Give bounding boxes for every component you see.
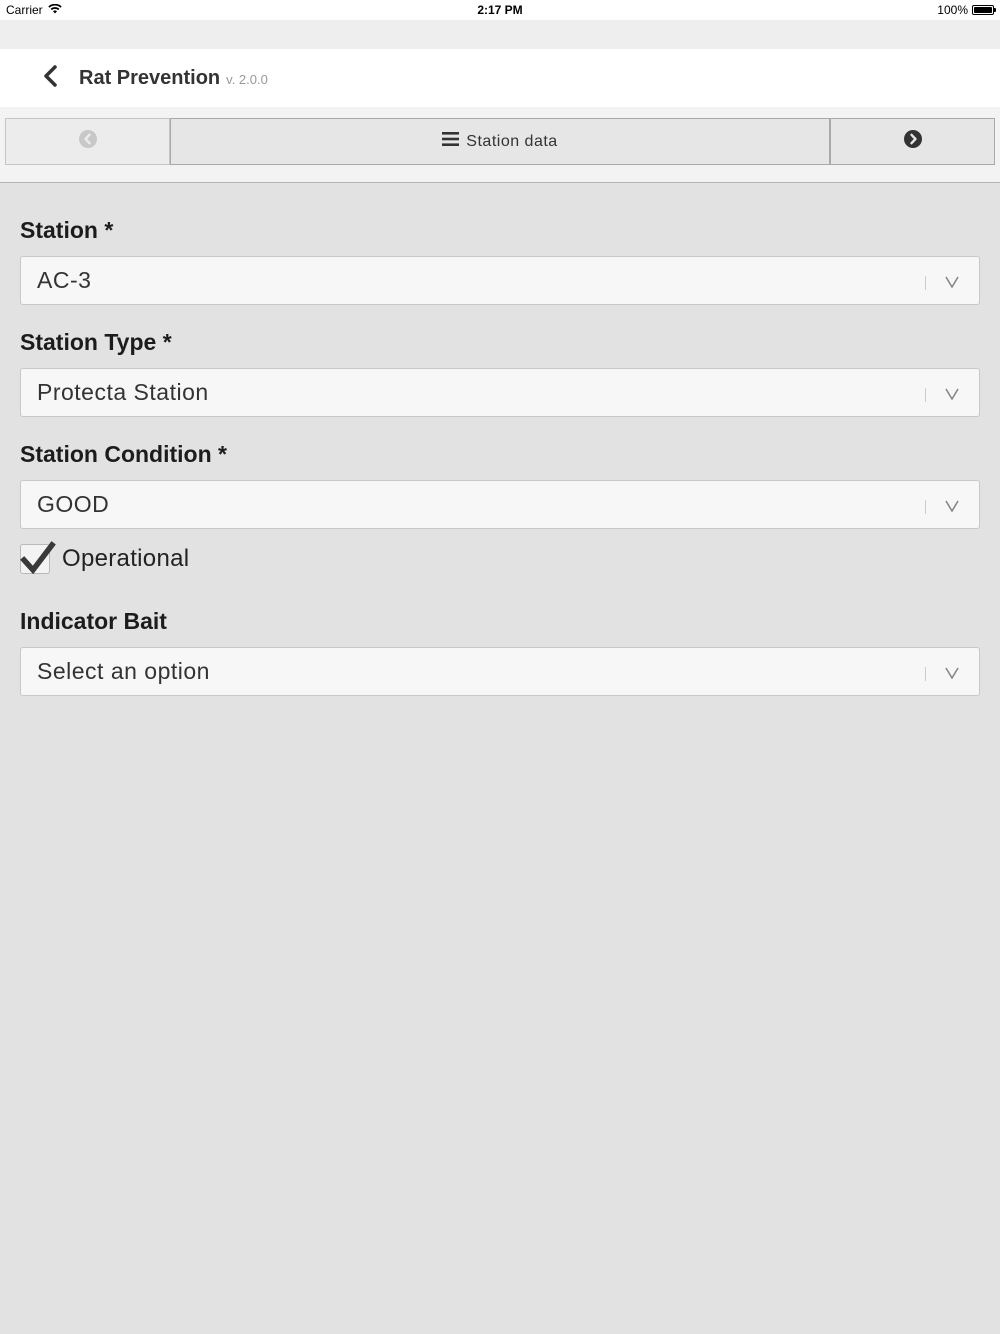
operational-label: Operational bbox=[62, 545, 190, 572]
back-button[interactable] bbox=[34, 62, 66, 94]
status-time: 2:17 PM bbox=[477, 3, 523, 17]
select-divider bbox=[925, 388, 926, 402]
chevron-left-icon bbox=[41, 64, 59, 93]
top-band bbox=[0, 20, 1000, 49]
app-title-text: Rat Prevention bbox=[79, 67, 221, 89]
chevron-down-icon bbox=[944, 663, 960, 683]
section-menu-button[interactable]: Station data bbox=[170, 118, 830, 165]
select-divider bbox=[925, 500, 926, 514]
hamburger-menu-icon bbox=[442, 132, 460, 151]
station-select[interactable]: AC-3 bbox=[20, 256, 980, 305]
select-divider bbox=[925, 667, 926, 681]
station-label: Station * bbox=[20, 217, 114, 243]
chevron-down-icon bbox=[944, 272, 960, 292]
chevron-down-icon bbox=[944, 384, 960, 404]
battery-percent: 100% bbox=[937, 3, 968, 17]
previous-button[interactable] bbox=[5, 118, 170, 165]
station-condition-label: Station Condition * bbox=[20, 441, 227, 467]
operational-checkbox-row[interactable]: Operational bbox=[20, 541, 190, 575]
select-divider bbox=[925, 276, 926, 290]
next-button[interactable] bbox=[830, 118, 995, 165]
indicator-bait-select[interactable]: Select an option bbox=[20, 647, 980, 696]
status-battery: 100% bbox=[937, 3, 996, 17]
circle-arrow-right-icon bbox=[903, 130, 922, 153]
station-select-value: AC-3 bbox=[37, 267, 92, 293]
station-type-select-value: Protecta Station bbox=[37, 379, 209, 405]
operational-checkbox[interactable] bbox=[20, 541, 56, 575]
station-type-select[interactable]: Protecta Station bbox=[20, 368, 980, 417]
circle-arrow-left-icon bbox=[78, 130, 97, 153]
chevron-down-icon bbox=[944, 496, 960, 516]
station-type-label: Station Type * bbox=[20, 329, 172, 355]
page-title: Rat Prevention v. 2.0.0 bbox=[79, 67, 268, 90]
status-bar: Carrier 2:17 PM 100% bbox=[0, 0, 1000, 20]
section-title: Station data bbox=[466, 132, 558, 150]
indicator-bait-label: Indicator Bait bbox=[20, 608, 167, 634]
nav-strip: Station data bbox=[0, 107, 1000, 183]
station-condition-select-value: GOOD bbox=[37, 491, 110, 517]
battery-icon bbox=[972, 5, 996, 15]
title-bar: Rat Prevention v. 2.0.0 bbox=[0, 49, 1000, 107]
app-version: v. 2.0.0 bbox=[226, 72, 268, 87]
station-condition-select[interactable]: GOOD bbox=[20, 480, 980, 529]
indicator-bait-placeholder: Select an option bbox=[37, 658, 210, 684]
